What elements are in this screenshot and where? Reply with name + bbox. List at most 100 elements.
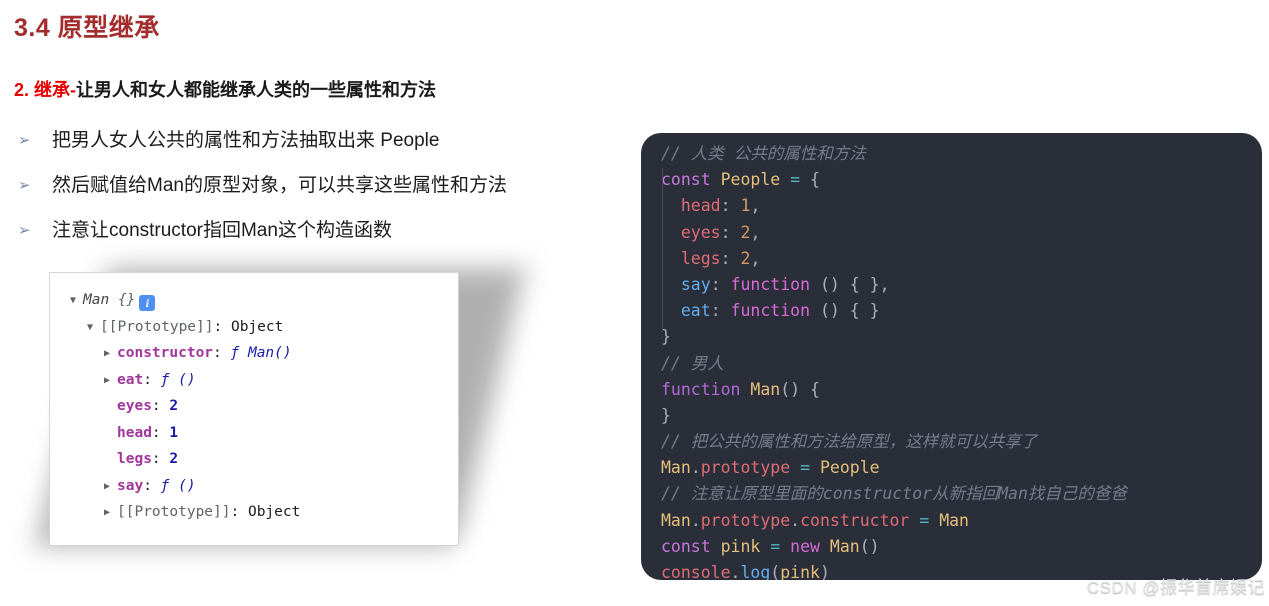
code-line: head: 1, — [661, 193, 1262, 219]
code-line: // 把公共的属性和方法给原型，这样就可以共享了 — [661, 429, 1262, 455]
code-property: prototype — [700, 458, 791, 478]
code-punctuation: , — [750, 248, 761, 268]
code-snippet-panel: // 人类 公共的属性和方法 const People = { head: 1,… — [641, 133, 1262, 580]
code-property: prototype — [700, 510, 791, 530]
console-separator: : — [143, 477, 161, 494]
console-row-say[interactable]: ▶ say: ƒ () — [70, 473, 458, 500]
console-row-prototype[interactable]: ▼ [[Prototype]]: Object — [70, 314, 458, 341]
code-identifier: pink — [720, 536, 761, 556]
console-key: head — [117, 424, 152, 441]
code-property: head — [680, 196, 721, 216]
code-line: // 男人 — [661, 351, 1262, 377]
code-punctuation: : — [720, 222, 731, 242]
code-keyword: function — [661, 379, 741, 399]
subheading-highlight: 2. 继承- — [14, 80, 77, 100]
code-line: Man.prototype = People — [661, 458, 880, 478]
code-punctuation: , — [750, 222, 761, 242]
expand-triangle-icon[interactable]: ▶ — [104, 500, 117, 527]
console-separator: : — [213, 345, 231, 361]
expand-triangle-icon[interactable]: ▼ — [70, 288, 83, 315]
csdn-watermark: CSDN @振华首席娱记 — [1086, 578, 1265, 597]
console-separator: : — [213, 318, 231, 335]
bullet-list: ➢ 把男人女人公共的属性和方法抽取出来 People ➢ 然后赋值给Man的原型… — [14, 118, 624, 253]
devtools-console-panel: ▼ Man {} i ▼ [[Prototype]]: Object ▶ constru… — [49, 272, 459, 546]
expand-triangle-icon[interactable]: ▶ — [104, 474, 117, 501]
console-value: ƒ () — [160, 477, 196, 494]
code-punctuation: : — [720, 248, 731, 268]
info-icon[interactable]: i — [139, 295, 156, 311]
code-punctuation: { } — [849, 274, 880, 294]
console-row-eyes: eyes: 2 — [70, 393, 458, 420]
list-item: ➢ 然后赋值给Man的原型对象，可以共享这些属性和方法 — [14, 163, 624, 208]
console-value: ƒ Man() — [230, 345, 292, 361]
code-identifier: pink — [780, 563, 820, 580]
arrow-bullet-icon: ➢ — [18, 177, 31, 194]
console-value: 2 — [169, 451, 179, 467]
code-identifier: Man — [939, 510, 969, 530]
code-keyword: const — [661, 170, 711, 190]
code-punctuation: { } — [849, 301, 880, 321]
code-method-name: say — [680, 274, 711, 294]
code-line: // 注意让原型里面的constructor从新指回Man找自己的爸爸 — [661, 481, 1262, 507]
code-punctuation: () — [859, 536, 880, 556]
code-punctuation: } — [661, 405, 671, 425]
list-item: ➢ 注意让constructor指回Man这个构造函数 — [14, 208, 624, 253]
console-key: [[Prototype]] — [100, 318, 214, 335]
console-row-root[interactable]: ▼ Man {} i — [70, 287, 458, 314]
code-punctuation: , — [879, 274, 890, 294]
expand-triangle-icon[interactable]: ▶ — [104, 341, 117, 368]
code-punctuation: { — [810, 170, 820, 190]
console-value: ƒ () — [160, 371, 196, 388]
list-item-label: 然后赋值给Man的原型对象，可以共享这些属性和方法 — [52, 175, 507, 196]
code-line: eyes: 2, — [661, 220, 1262, 246]
code-identifier: Man — [750, 379, 781, 399]
code-line: legs: 2, — [661, 246, 1262, 272]
console-key: constructor — [117, 345, 214, 361]
code-operator: = — [919, 510, 930, 530]
code-identifier: Man — [661, 510, 691, 530]
console-row-eat[interactable]: ▶ eat: ƒ () — [70, 367, 458, 394]
code-keyword: function — [730, 301, 811, 321]
code-keyword: const — [661, 536, 711, 556]
code-operator: = — [770, 536, 781, 556]
code-punctuation: : — [720, 196, 731, 216]
code-line: const pink = new Man() — [661, 534, 1262, 560]
arrow-bullet-icon: ➢ — [18, 222, 31, 239]
code-method-name: eat — [680, 301, 711, 321]
code-comment: // 注意让原型里面的constructor从新指回Man找自己的爸爸 — [661, 484, 1127, 504]
code-method-name: log — [740, 563, 771, 580]
list-item-label: 把男人女人公共的属性和方法抽取出来 People — [52, 130, 440, 151]
code-punctuation: : — [710, 301, 721, 321]
code-identifier: People — [720, 170, 781, 190]
console-row-legs: legs: 2 — [70, 446, 458, 473]
console-value: 1 — [169, 424, 179, 441]
console-separator: : — [143, 371, 161, 388]
object-name: Man — [83, 292, 110, 308]
code-property: eyes — [680, 222, 721, 242]
code-punctuation: { — [810, 379, 820, 399]
code-property: constructor — [800, 510, 910, 530]
code-identifier: Man — [829, 536, 860, 556]
console-separator: : — [230, 504, 248, 520]
code-line: // 人类 公共的属性和方法 — [661, 141, 1262, 167]
code-comment: // 人类 公共的属性和方法 — [661, 144, 866, 163]
code-property: legs — [680, 248, 721, 268]
code-comment: // 把公共的属性和方法给原型，这样就可以共享了 — [661, 432, 1038, 452]
console-row-nested-prototype[interactable]: ▶ [[Prototype]]: Object — [70, 499, 458, 526]
console-separator: : — [151, 424, 170, 441]
console-key: [[Prototype]] — [117, 504, 231, 520]
indent-guide — [662, 168, 663, 330]
expand-triangle-icon[interactable]: ▼ — [87, 315, 100, 342]
code-identifier: Man — [661, 458, 691, 478]
console-value: Object — [247, 504, 301, 520]
code-line: Man.prototype.constructor = Man — [661, 510, 969, 530]
list-item-label: 注意让constructor指回Man这个构造函数 — [52, 220, 392, 241]
code-punctuation: , — [750, 196, 761, 216]
expand-triangle-icon[interactable]: ▶ — [104, 368, 117, 395]
code-operator: = — [790, 170, 801, 190]
console-row-constructor[interactable]: ▶ constructor: ƒ Man() — [70, 340, 458, 367]
subheading: 2. 继承-让男人和女人都能继承人类的一些属性和方法 — [14, 76, 436, 102]
code-number: 2 — [740, 222, 751, 242]
list-item: ➢ 把男人女人公共的属性和方法抽取出来 People — [14, 118, 624, 163]
code-line: function Man() { — [661, 377, 1262, 403]
